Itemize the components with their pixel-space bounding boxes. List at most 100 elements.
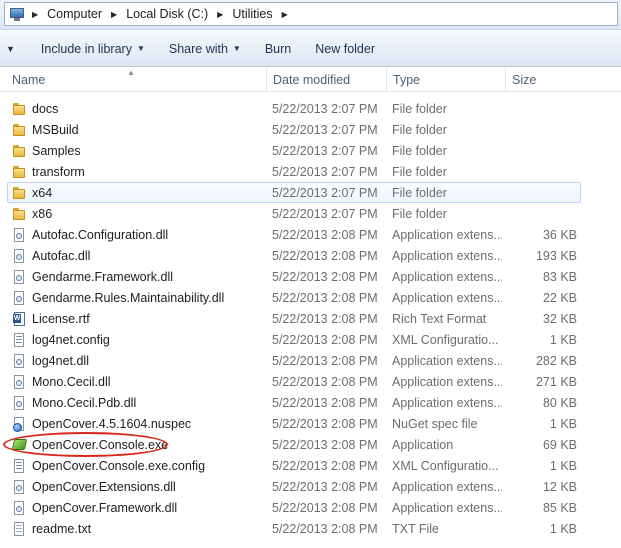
file-name: readme.txt (32, 521, 92, 536)
file-size: 1 KB (549, 332, 577, 347)
file-row[interactable]: Gendarme.Rules.Maintainability.dll 5/22/2… (0, 287, 621, 308)
file-type: Application extens... (392, 479, 502, 494)
folder-icon (12, 122, 26, 138)
breadcrumb-arrow-icon[interactable]: ▶ (106, 10, 122, 19)
header-date[interactable]: Date modified (266, 68, 386, 92)
file-name: OpenCover.4.5.1604.nuspec (32, 416, 192, 431)
file-type: NuGet spec file (392, 416, 478, 431)
file-type: File folder (392, 122, 447, 137)
file-row[interactable]: Mono.Cecil.Pdb.dll 5/22/2013 2:08 PM Appli… (0, 392, 621, 413)
breadcrumb-arrow-icon[interactable]: ▶ (277, 10, 293, 19)
file-row[interactable]: readme.txt 5/22/2013 2:08 PM TXT File 1 KB (0, 518, 621, 539)
new-folder-button[interactable]: New folder (303, 31, 387, 66)
breadcrumb-local-disk[interactable]: Local Disk (C:) (122, 3, 212, 25)
header-type[interactable]: Type (386, 68, 505, 92)
file-date: 5/22/2013 2:07 PM (272, 101, 378, 116)
file-row[interactable]: log4net.config 5/22/2013 2:08 PM XML Confi… (0, 329, 621, 350)
breadcrumb-arrow-icon[interactable]: ▶ (212, 10, 228, 19)
file-row[interactable]: OpenCover.Framework.dll 5/22/2013 2:08 PM… (0, 497, 621, 518)
file-row[interactable]: OpenCover.4.5.1604.nuspec 5/22/2013 2:08 … (0, 413, 621, 434)
file-type: XML Configuratio... (392, 332, 499, 347)
file-size: 36 KB (542, 227, 577, 242)
file-size: 85 KB (542, 500, 577, 515)
file-row[interactable]: x86 5/22/2013 2:07 PM File folder (0, 203, 621, 224)
file-size (505, 182, 577, 203)
chevron-down-icon: ▼ (232, 44, 241, 53)
address-bar[interactable]: ▶ Computer ▶ Local Disk (C:) ▶ Utilities… (4, 2, 618, 26)
dll-icon (12, 395, 26, 411)
share-with-label: Share with (168, 41, 228, 56)
file-date: 5/22/2013 2:08 PM (272, 437, 378, 452)
file-row[interactable]: OpenCover.Extensions.dll 5/22/2013 2:08 P… (0, 476, 621, 497)
file-date: 5/22/2013 2:08 PM (272, 416, 378, 431)
file-name-cell: Autofac.dll (12, 245, 267, 266)
file-row[interactable]: Autofac.dll 5/22/2013 2:08 PM Application … (0, 245, 621, 266)
share-with-button[interactable]: Share with ▼ (157, 31, 253, 66)
file-row[interactable]: MSBuild 5/22/2013 2:07 PM File folder (0, 119, 621, 140)
file-name: Mono.Cecil.Pdb.dll (32, 395, 137, 410)
breadcrumb-computer[interactable]: Computer (43, 3, 106, 25)
breadcrumb-arrow-icon[interactable]: ▶ (27, 10, 43, 19)
file-name: x86 (32, 206, 53, 221)
file-type: Application extens... (392, 269, 502, 284)
file-size: 83 KB (542, 269, 577, 284)
include-in-library-button[interactable]: Include in library ▼ (29, 31, 157, 66)
file-type: File folder (392, 206, 447, 221)
dll-icon (12, 374, 26, 390)
file-size: 22 KB (542, 290, 577, 305)
burn-button[interactable]: Burn (253, 31, 303, 66)
file-name: log4net.dll (32, 353, 89, 368)
header-name[interactable]: Name (6, 68, 266, 92)
file-row[interactable]: docs 5/22/2013 2:07 PM File folder (0, 98, 621, 119)
config-icon (12, 332, 26, 348)
file-row[interactable]: Autofac.Configuration.dll 5/22/2013 2:08 … (0, 224, 621, 245)
file-date: 5/22/2013 2:08 PM (272, 500, 378, 515)
file-name-cell: Samples (12, 140, 267, 161)
file-type: File folder (392, 164, 447, 179)
file-size: 1 KB (549, 416, 577, 431)
include-in-library-label: Include in library (40, 41, 132, 56)
file-row[interactable]: Samples 5/22/2013 2:07 PM File folder (0, 140, 621, 161)
burn-label: Burn (264, 41, 292, 56)
file-row[interactable]: x64 5/22/2013 2:07 PM File folder (0, 182, 621, 203)
file-name: Autofac.Configuration.dll (32, 227, 169, 242)
file-type: Application extens... (392, 248, 502, 263)
file-date: 5/22/2013 2:08 PM (272, 248, 378, 263)
file-list: docs 5/22/2013 2:07 PM File folder MSBuild 5… (0, 98, 621, 539)
breadcrumb-utilities[interactable]: Utilities (228, 3, 276, 25)
file-name-cell: W License.rtf (12, 308, 267, 329)
folder-icon (12, 164, 26, 180)
address-bar-container: ▶ Computer ▶ Local Disk (C:) ▶ Utilities… (0, 0, 621, 30)
file-date: 5/22/2013 2:08 PM (272, 227, 378, 242)
command-toolbar: ▼ Include in library ▼ Share with ▼ Burn… (0, 31, 621, 67)
file-row[interactable]: log4net.dll 5/22/2013 2:08 PM Application … (0, 350, 621, 371)
chevron-down-icon: ▼ (6, 43, 15, 54)
file-date: 5/22/2013 2:08 PM (272, 332, 378, 347)
file-name-cell: Gendarme.Rules.Maintainability.dll (12, 287, 267, 308)
file-row[interactable]: transform 5/22/2013 2:07 PM File folder (0, 161, 621, 182)
file-row[interactable]: Mono.Cecil.dll 5/22/2013 2:08 PM Applicati… (0, 371, 621, 392)
file-date: 5/22/2013 2:08 PM (272, 290, 378, 305)
file-row[interactable]: W License.rtf 5/22/2013 2:08 PM Rich Text F… (0, 308, 621, 329)
file-size (505, 203, 577, 224)
file-row[interactable]: OpenCover.Console.exe.config 5/22/2013 2:… (0, 455, 621, 476)
file-name-cell: x86 (12, 203, 267, 224)
file-name-cell: x64 (12, 182, 267, 203)
file-size: 12 KB (542, 479, 577, 494)
file-size (505, 119, 577, 140)
header-size[interactable]: Size (505, 68, 621, 92)
header-date-label: Date modified (273, 73, 351, 87)
organize-dropdown[interactable]: ▼ (0, 31, 29, 66)
file-row[interactable]: Gendarme.Framework.dll 5/22/2013 2:08 PM A… (0, 266, 621, 287)
file-type: TXT File (392, 521, 439, 536)
file-name-cell: OpenCover.Console.exe.config (12, 455, 267, 476)
file-name-cell: Gendarme.Framework.dll (12, 266, 267, 287)
file-row[interactable]: OpenCover.Console.exe 5/22/2013 2:08 PM Ap… (0, 434, 621, 455)
file-name: License.rtf (32, 311, 90, 326)
file-name: MSBuild (32, 122, 79, 137)
file-name: Samples (32, 143, 81, 158)
file-date: 5/22/2013 2:08 PM (272, 521, 378, 536)
file-name-cell: MSBuild (12, 119, 267, 140)
file-name-cell: OpenCover.4.5.1604.nuspec (12, 413, 267, 434)
file-name-cell: OpenCover.Console.exe (12, 434, 267, 455)
